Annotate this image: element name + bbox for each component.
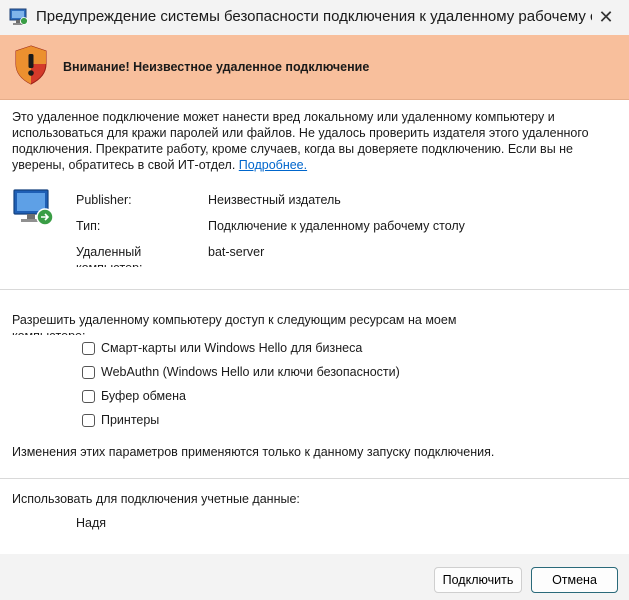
publisher-label: Publisher: (76, 193, 132, 207)
type-value: Подключение к удаленному рабочему столу (208, 219, 465, 233)
remote-computer-label: Удаленный компьютер: (76, 245, 143, 267)
credentials-label: Использовать для подключения учетные дан… (12, 492, 300, 506)
rdp-security-warning-dialog: Предупреждение системы безопасности подк… (0, 0, 629, 600)
smartcards-label: Смарт-карты или Windows Hello для бизнес… (101, 341, 363, 355)
resources-title: Разрешить удаленному компьютеру доступ к… (12, 313, 457, 335)
close-icon: ✕ (598, 6, 614, 27)
webauthn-label: WebAuthn (Windows Hello или ключи безопа… (101, 365, 400, 379)
resource-option-smartcards[interactable]: Смарт-карты или Windows Hello для бизнес… (82, 339, 362, 357)
warning-title: Внимание! Неизвестное удаленное подключе… (63, 60, 370, 74)
learn-more-link[interactable]: Подробнее. (239, 158, 307, 172)
window-title: Предупреждение системы безопасности подк… (36, 8, 592, 25)
resources-note: Изменения этих параметров применяются то… (12, 445, 495, 459)
cancel-button[interactable]: Отмена (531, 567, 618, 593)
resource-option-clipboard[interactable]: Буфер обмена (82, 387, 186, 405)
title-bar: Предупреждение системы безопасности подк… (0, 0, 629, 34)
remote-computer-row: Удаленный компьютер: bat-server (76, 244, 596, 267)
webauthn-checkbox[interactable] (82, 365, 95, 379)
dialog-footer: Подключить Отмена (0, 554, 629, 600)
warning-description: Это удаленное подключение может нанести … (12, 109, 612, 173)
close-button[interactable]: ✕ (583, 0, 629, 34)
warning-banner: Внимание! Неизвестное удаленное подключе… (0, 35, 629, 100)
smartcards-checkbox[interactable] (82, 341, 95, 355)
resource-option-webauthn[interactable]: WebAuthn (Windows Hello или ключи безопа… (82, 363, 400, 381)
remote-computer-icon (13, 189, 54, 226)
type-label: Тип: (76, 219, 101, 233)
publisher-value: Неизвестный издатель (208, 193, 341, 207)
printers-label: Принтеры (101, 413, 160, 427)
clipboard-label: Буфер обмена (101, 389, 186, 403)
resources-panel: Разрешить удаленному компьютеру доступ к… (0, 290, 629, 479)
clipboard-checkbox[interactable] (82, 389, 95, 403)
details-panel: Это удаленное подключение может нанести … (0, 100, 629, 290)
warning-shield-icon (15, 45, 47, 85)
remote-desktop-icon (9, 8, 28, 25)
remote-computer-value: bat-server (208, 245, 265, 259)
credentials-user: Надя (76, 516, 107, 530)
connect-button[interactable]: Подключить (434, 567, 522, 593)
printers-checkbox[interactable] (82, 413, 95, 427)
credentials-panel: Использовать для подключения учетные дан… (0, 479, 629, 554)
resource-option-printers[interactable]: Принтеры (82, 411, 159, 429)
